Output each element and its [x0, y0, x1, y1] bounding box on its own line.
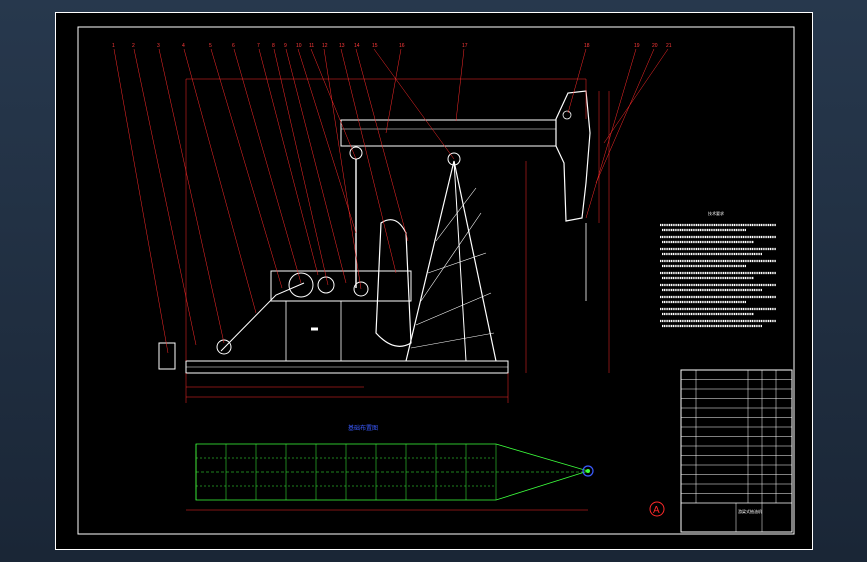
technical-notes: 技术要求 — [660, 210, 776, 328]
leader-line — [355, 48, 409, 242]
balloon-number: 19 — [634, 43, 640, 49]
leader-line — [273, 48, 329, 286]
notes-title: 技术要求 — [708, 210, 724, 216]
cad-viewport[interactable]: 1 2 3 4 5 6 7 8 9 10 11 12 13 14 15 16 17 18 19 20 21 基础布置图 … — [0, 0, 867, 562]
balloon-number: 21 — [666, 43, 672, 49]
leader-line — [113, 48, 169, 354]
balloon-number: 4 — [182, 43, 185, 49]
balloon-number: 10 — [296, 43, 302, 49]
leader-line — [297, 48, 357, 234]
leader-line — [567, 48, 587, 114]
leader-line — [233, 48, 302, 284]
drawing-sheet: 1 2 3 4 5 6 7 8 9 10 11 12 13 14 15 16 17 18 19 20 21 基础布置图 … — [55, 12, 813, 550]
dimension-lines — [185, 78, 610, 511]
leader-lines: 1 2 3 4 5 6 7 8 9 10 11 12 13 14 15 16 17 18 19 20 21 — [112, 43, 672, 354]
balloon-number: 17 — [462, 43, 468, 49]
leader-line — [310, 48, 357, 160]
foundation-plan — [195, 443, 594, 501]
walking-beam — [340, 119, 557, 147]
balloon-number: 13 — [339, 43, 345, 49]
balloon-number: 15 — [372, 43, 378, 49]
leader-line — [595, 48, 655, 184]
balloon-number: 8 — [272, 43, 275, 49]
balloon-number: 9 — [284, 43, 287, 49]
balloon-number: 7 — [257, 43, 260, 49]
balloon-number: 2 — [132, 43, 135, 49]
leader-line — [133, 48, 197, 346]
balloon-number: 3 — [157, 43, 160, 49]
balloon-number: 6 — [232, 43, 235, 49]
balloon-number: 20 — [652, 43, 658, 49]
title-block: 游梁式抽油机 — [680, 369, 793, 533]
brake-linkage — [220, 282, 305, 352]
balloon-number: 1 — [112, 43, 115, 49]
drawing-canvas: 1 2 3 4 5 6 7 8 9 10 11 12 13 14 15 16 17 18 19 20 21 基础布置图 … — [77, 26, 795, 535]
leader-line — [585, 48, 637, 219]
leader-line — [373, 48, 455, 160]
post-bracing — [410, 187, 495, 349]
horse-head — [555, 90, 591, 222]
sampson-post — [405, 160, 497, 362]
balloon-number: 16 — [399, 43, 405, 49]
leader-line — [285, 48, 347, 284]
leader-line — [603, 48, 669, 144]
plan-title: 基础布置图 — [348, 424, 378, 432]
drawing-name: 游梁式抽油机 — [738, 508, 762, 514]
section-label: A — [653, 505, 660, 516]
gearbox — [270, 270, 412, 302]
balloon-number: 14 — [354, 43, 360, 49]
leader-line — [340, 48, 397, 274]
elevation-view — [158, 90, 591, 374]
balloon-number: 5 — [209, 43, 212, 49]
leader-line — [210, 48, 283, 289]
balloon-number: 11 — [309, 43, 314, 49]
counterweight — [375, 219, 412, 347]
leader-line — [455, 48, 465, 122]
leader-line — [158, 48, 225, 344]
balloon-number: 18 — [584, 43, 590, 49]
balloon-number: 12 — [322, 43, 328, 49]
